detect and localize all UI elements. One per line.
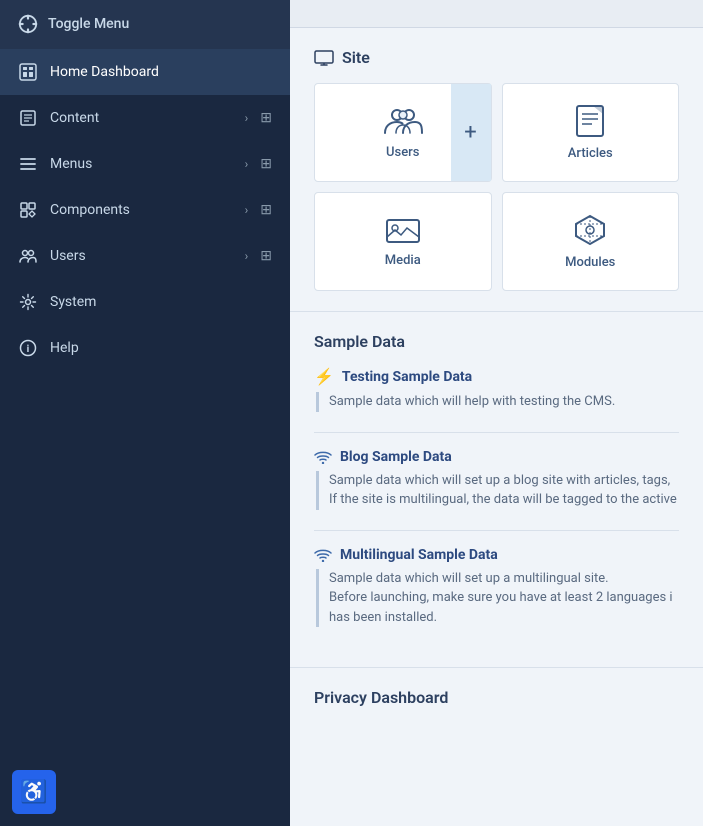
sidebar-bottom: ♿	[0, 758, 290, 826]
system-icon	[18, 292, 38, 312]
media-site-card[interactable]: Media	[314, 192, 492, 291]
blog-sample-item: Blog Sample Data Sample data which will …	[314, 449, 679, 510]
svg-text:i: i	[27, 344, 30, 355]
top-bar	[290, 0, 703, 28]
multilingual-sample-item: Multilingual Sample Data Sample data whi…	[314, 547, 679, 628]
content-icon	[18, 108, 38, 128]
toggle-menu-label: Toggle Menu	[48, 16, 129, 32]
content-arrow-icon: ›	[245, 111, 249, 125]
main-content: Site Users +	[290, 0, 703, 826]
sidebar-item-menus-label: Menus	[50, 156, 233, 172]
sidebar-item-components-label: Components	[50, 202, 233, 218]
sidebar-item-system-label: System	[50, 294, 272, 310]
privacy-section: Privacy Dashboard	[290, 668, 703, 727]
site-section-title: Site	[314, 48, 679, 67]
menus-arrow-icon: ›	[245, 157, 249, 171]
site-section: Site Users +	[290, 28, 703, 312]
sidebar-item-system[interactable]: System	[0, 279, 290, 325]
multilingual-sample-desc: Sample data which will set up a multilin…	[316, 569, 679, 628]
sample-data-section: Sample Data ⚡ Testing Sample Data Sample…	[290, 312, 703, 668]
sidebar: Toggle Menu Home Dashboard Content ›	[0, 0, 290, 826]
sample-divider-1	[314, 432, 679, 433]
articles-site-card[interactable]: Articles	[502, 83, 680, 182]
toggle-menu-button[interactable]: Toggle Menu	[0, 0, 290, 49]
privacy-section-title: Privacy Dashboard	[314, 688, 679, 707]
users-site-card[interactable]: Users +	[314, 83, 492, 182]
menus-icon	[18, 154, 38, 174]
sidebar-item-components[interactable]: Components › ⊞	[0, 187, 290, 233]
site-cards-grid: Users + Articles	[314, 83, 679, 291]
sidebar-item-users-label: Users	[50, 248, 233, 264]
blog-sample-header: Blog Sample Data	[314, 449, 679, 465]
home-icon	[18, 62, 38, 82]
users-card-label: Users	[386, 145, 419, 160]
users-nav-icon	[18, 246, 38, 266]
users-arrow-icon: ›	[245, 249, 249, 263]
modules-site-card[interactable]: Modules	[502, 192, 680, 291]
sample-divider-2	[314, 530, 679, 531]
components-grid-icon: ⊞	[260, 202, 272, 218]
testing-sample-title[interactable]: Testing Sample Data	[342, 369, 472, 385]
sample-data-title: Sample Data	[314, 332, 679, 351]
sidebar-item-help[interactable]: i Help	[0, 325, 290, 371]
articles-card-icon	[575, 104, 605, 138]
media-card-icon	[385, 215, 421, 245]
wifi-icon-blog	[314, 450, 332, 464]
accessibility-icon: ♿	[20, 780, 47, 805]
sidebar-item-content[interactable]: Content › ⊞	[0, 95, 290, 141]
sidebar-item-home[interactable]: Home Dashboard	[0, 49, 290, 95]
sidebar-item-content-label: Content	[50, 110, 233, 126]
testing-sample-header: ⚡ Testing Sample Data	[314, 367, 679, 386]
multilingual-sample-header: Multilingual Sample Data	[314, 547, 679, 563]
media-card-label: Media	[385, 253, 421, 268]
modules-card-icon	[573, 213, 607, 247]
monitor-icon	[314, 50, 334, 66]
blog-sample-title[interactable]: Blog Sample Data	[340, 449, 452, 465]
bolt-icon: ⚡	[314, 367, 334, 386]
modules-card-label: Modules	[565, 255, 615, 270]
content-grid-icon: ⊞	[260, 110, 272, 126]
toggle-menu-icon	[18, 14, 38, 34]
sidebar-item-home-label: Home Dashboard	[50, 64, 272, 80]
blog-sample-desc: Sample data which will set up a blog sit…	[316, 471, 679, 510]
users-card-icon	[383, 105, 423, 137]
accessibility-button[interactable]: ♿	[12, 770, 56, 814]
testing-sample-item: ⚡ Testing Sample Data Sample data which …	[314, 367, 679, 412]
multilingual-sample-title[interactable]: Multilingual Sample Data	[340, 547, 498, 563]
sidebar-item-help-label: Help	[50, 340, 272, 356]
components-arrow-icon: ›	[245, 203, 249, 217]
testing-sample-desc: Sample data which will help with testing…	[316, 392, 679, 412]
help-icon: i	[18, 338, 38, 358]
users-grid-icon: ⊞	[260, 248, 272, 264]
sidebar-item-users[interactable]: Users › ⊞	[0, 233, 290, 279]
wifi-icon-multilingual	[314, 548, 332, 562]
add-users-button[interactable]: +	[451, 84, 491, 181]
components-icon	[18, 200, 38, 220]
menus-grid-icon: ⊞	[260, 156, 272, 172]
sidebar-item-menus[interactable]: Menus › ⊞	[0, 141, 290, 187]
articles-card-label: Articles	[568, 146, 613, 161]
